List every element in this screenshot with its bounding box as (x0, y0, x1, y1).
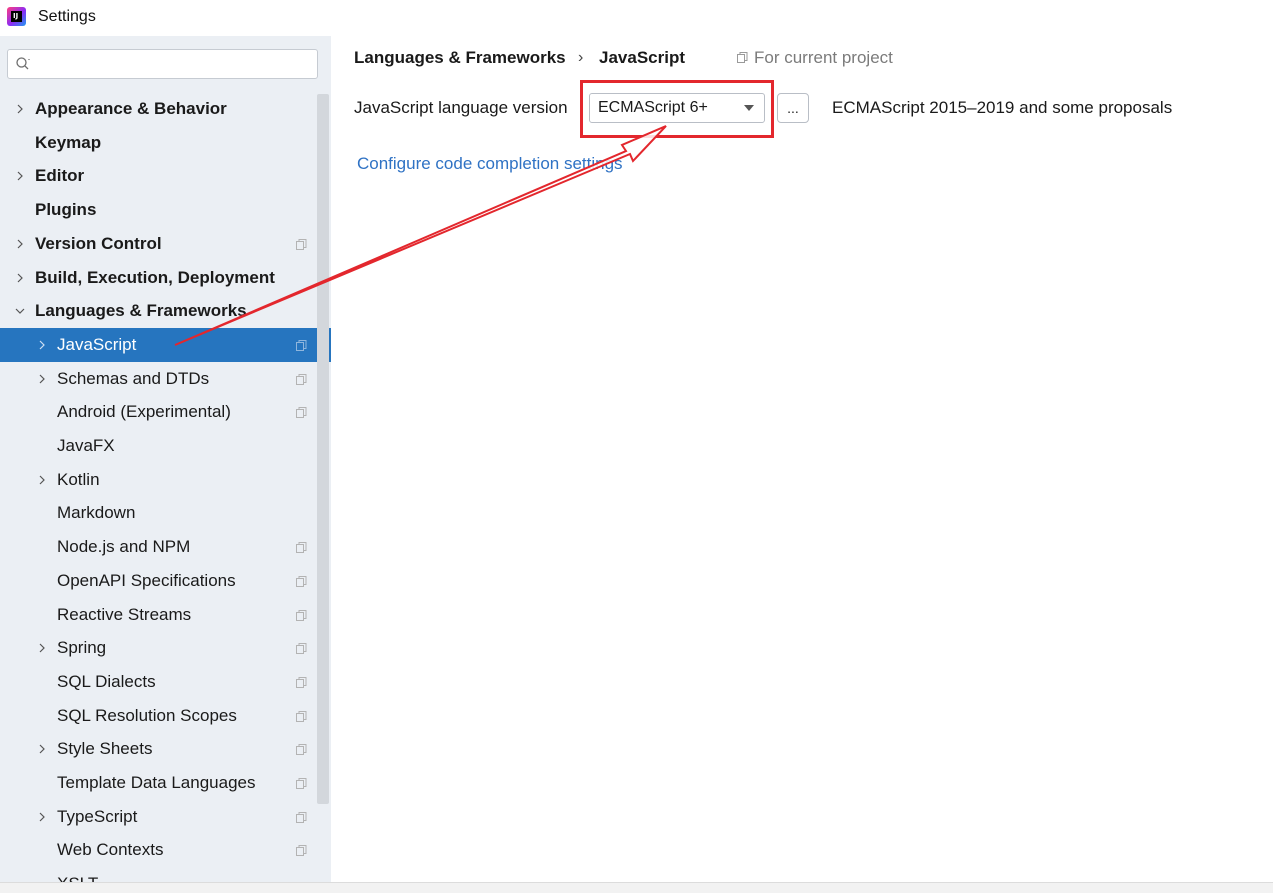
sidebar-item[interactable]: JavaScript (0, 327, 331, 362)
sidebar-item-label: Node.js and NPM (57, 537, 191, 557)
intellij-idea-icon: IJ (7, 7, 26, 26)
sidebar-scrollbar[interactable] (317, 94, 329, 804)
sidebar-item-label: Build, Execution, Deployment (35, 267, 275, 287)
sidebar-item[interactable]: Editor (0, 159, 331, 193)
project-scope-icon (296, 643, 307, 655)
breadcrumb-parent[interactable]: Languages & Frameworks (354, 48, 566, 68)
project-scope-icon (296, 407, 307, 419)
chevron-right-icon[interactable] (14, 238, 26, 250)
sidebar-item[interactable]: Plugins (0, 193, 331, 227)
sidebar-item-label: Languages & Frameworks (35, 301, 247, 321)
sidebar-item-label: Template Data Languages (57, 773, 256, 792)
sidebar-item-label: Markdown (57, 503, 136, 523)
sidebar-item-label: SQL Dialects (57, 671, 156, 691)
sidebar-item-label: OpenAPI Specifications (57, 570, 236, 590)
project-scope-icon (296, 744, 307, 756)
project-scope-icon (296, 238, 307, 250)
sidebar-item-label: Spring (57, 638, 107, 658)
sidebar-item[interactable]: Web Contexts (0, 833, 331, 867)
bottom-bar (0, 882, 1273, 893)
project-scope-icon (296, 710, 307, 722)
sidebar-item[interactable]: Keymap (0, 126, 331, 160)
chevron-right-icon[interactable] (36, 339, 48, 351)
breadcrumb-current: JavaScript (599, 48, 685, 67)
window-title: Settings (38, 8, 96, 25)
sidebar-item[interactable]: Spring (0, 631, 331, 665)
sidebar-item[interactable]: SQL Resolution Scopes (0, 699, 331, 733)
sidebar-item[interactable]: OpenAPI Specifications (0, 564, 331, 598)
language-version-description: ECMAScript 2015–2019 and some proposals (832, 98, 1173, 117)
sidebar-item[interactable]: TypeScript (0, 800, 331, 834)
settings-search-box[interactable] (7, 49, 318, 79)
sidebar-item[interactable]: Markdown (0, 496, 331, 530)
sidebar-item-label: JavaScript (57, 334, 137, 354)
project-scope-icon (296, 676, 307, 688)
sidebar-item[interactable]: SQL Dialects (0, 665, 331, 699)
sidebar-item[interactable]: Node.js and NPM (0, 530, 331, 564)
annotation-highlight-box (580, 80, 774, 138)
sidebar-item[interactable]: Style Sheets (0, 732, 331, 766)
sidebar-item[interactable]: Build, Execution, Deployment (0, 261, 331, 295)
project-scope-icon (296, 845, 307, 857)
project-scope-icon (296, 542, 307, 554)
sidebar-item-label: Android (Experimental) (57, 402, 231, 422)
project-scope-icon (296, 811, 307, 823)
sidebar-item-label: Web Contexts (57, 840, 164, 860)
sidebar-item-label: TypeScript (57, 806, 138, 826)
project-scope-icon (296, 339, 307, 351)
configure-completion-link[interactable]: Configure code completion settings (357, 154, 623, 174)
sidebar-item[interactable]: Version Control (0, 227, 331, 261)
sidebar-item[interactable]: Appearance & Behavior (0, 92, 331, 126)
chevron-right-icon[interactable] (36, 811, 48, 823)
project-scope-icon (296, 609, 307, 621)
chevron-right-icon[interactable] (36, 373, 48, 385)
project-scope-icon (296, 575, 307, 587)
project-scope-icon (296, 373, 307, 385)
sidebar-item-label: Style Sheets (57, 739, 153, 759)
sidebar-item-label: Version Control (35, 233, 162, 253)
sidebar-item-label: SQL Resolution Scopes (57, 705, 237, 725)
chevron-right-icon[interactable] (36, 743, 48, 755)
more-options-button[interactable]: ... (777, 93, 809, 123)
language-version-label: JavaScript language version (354, 98, 568, 117)
sidebar-item[interactable]: Template Data Languages (0, 766, 331, 800)
sidebar-item-label: JavaFX (57, 436, 115, 455)
sidebar-item[interactable]: Schemas and DTDs (0, 362, 331, 396)
scope-label: For current project (754, 48, 893, 67)
search-input[interactable] (38, 54, 312, 76)
sidebar-item-label: Reactive Streams (57, 604, 192, 624)
sidebar-item-label: Keymap (35, 132, 102, 152)
sidebar-item-label: Appearance & Behavior (35, 99, 227, 118)
sidebar-item[interactable]: JavaFX (0, 429, 331, 463)
project-scope-icon (737, 52, 748, 63)
sidebar-item[interactable]: Kotlin (0, 463, 331, 497)
project-scope-icon (296, 778, 307, 789)
settings-sidebar: Appearance & Behavior Keymap Editor Plugins… (0, 36, 331, 884)
chevron-right-icon[interactable] (14, 272, 26, 284)
sidebar-item-label: Kotlin (57, 469, 100, 489)
search-icon (16, 57, 30, 70)
sidebar-item[interactable]: Android (Experimental) (0, 395, 331, 429)
chevron-down-icon[interactable] (14, 305, 26, 317)
breadcrumb-separator: › (578, 49, 584, 66)
sidebar-item-label: Schemas and DTDs (57, 368, 210, 388)
chevron-right-icon[interactable] (36, 642, 48, 654)
chevron-right-icon[interactable] (14, 170, 26, 182)
chevron-right-icon[interactable] (14, 103, 26, 115)
sidebar-item[interactable]: Reactive Streams (0, 598, 331, 632)
sidebar-item-label: Plugins (35, 200, 97, 220)
sidebar-item-label: Editor (35, 166, 85, 186)
chevron-right-icon[interactable] (36, 474, 48, 486)
sidebar-item[interactable]: Languages & Frameworks (0, 294, 331, 328)
title-bar: IJ Settings (0, 0, 1273, 36)
